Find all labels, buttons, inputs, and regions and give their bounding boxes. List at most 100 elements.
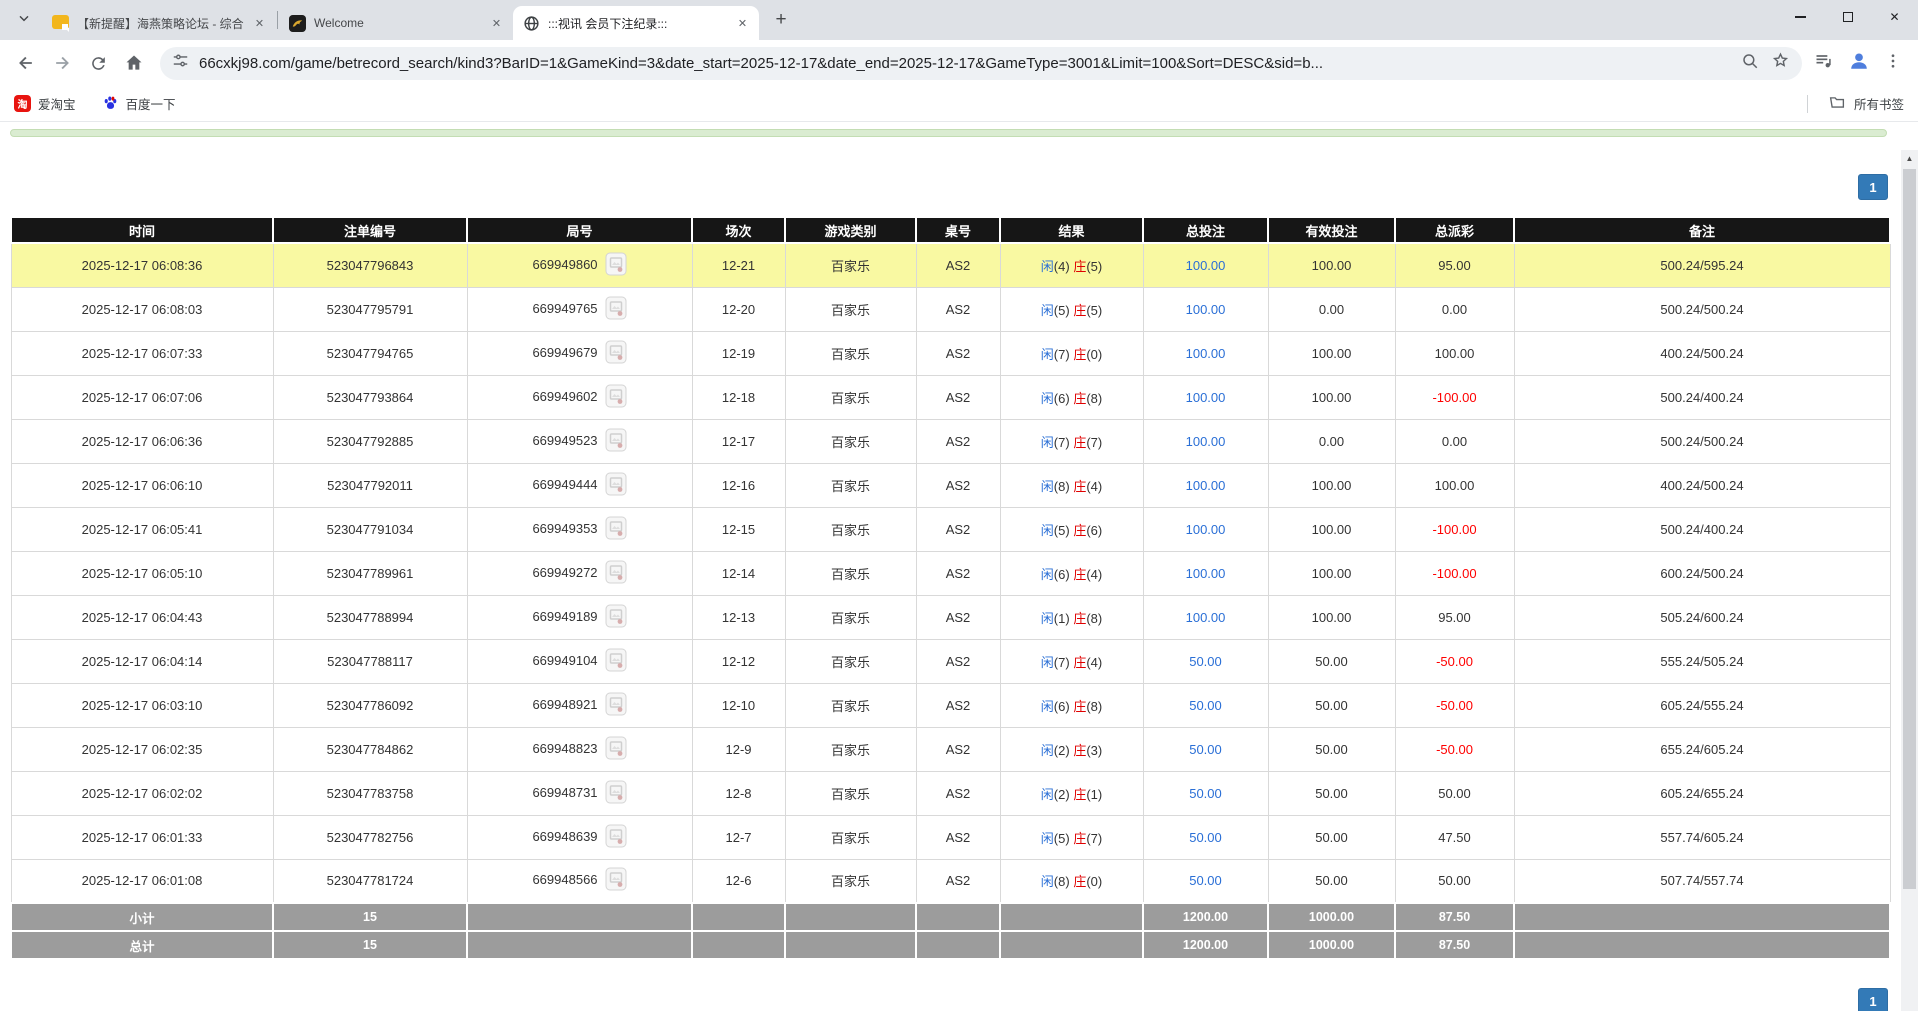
result-player-label: 闲 xyxy=(1041,435,1054,450)
replay-video-icon[interactable] xyxy=(605,780,627,807)
zoom-icon[interactable] xyxy=(1741,52,1759,75)
welcome-favicon-icon xyxy=(289,15,306,32)
result-player-value: (2) xyxy=(1054,743,1070,758)
result-banker-value: (4) xyxy=(1086,567,1102,582)
cell-result: 闲(6) 庄(8) xyxy=(1000,375,1143,419)
cell-bet-no: 523047792885 xyxy=(273,419,467,463)
pagination-page-1-top[interactable]: 1 xyxy=(1858,174,1888,200)
result-banker-value: (8) xyxy=(1086,611,1102,626)
replay-video-icon[interactable] xyxy=(605,604,627,631)
total-empty-cell xyxy=(467,931,692,959)
tab-search-button[interactable] xyxy=(10,6,38,34)
bookmark-label: 百度一下 xyxy=(126,94,176,113)
bookmark-label: 爱淘宝 xyxy=(38,94,76,113)
result-player-value: (6) xyxy=(1054,699,1070,714)
result-player-label: 闲 xyxy=(1041,259,1054,274)
cell-table-no: AS2 xyxy=(916,551,1000,595)
page-content: 1 时间 注单编号 局号 场次 游戏类别 桌号 结果 总投注 有效投注 总派彩 … xyxy=(0,122,1918,1011)
cell-session: 12-6 xyxy=(692,859,785,903)
browser-window: { "browser": { "tabs": [ { "title": "【新提… xyxy=(0,0,1918,1011)
cell-table-no: AS2 xyxy=(916,419,1000,463)
back-button[interactable] xyxy=(8,45,44,81)
replay-video-icon[interactable] xyxy=(605,867,627,894)
close-window-button[interactable]: ✕ xyxy=(1871,0,1918,34)
cell-round-no: 669948566 xyxy=(467,859,692,903)
scrollbar-thumb[interactable] xyxy=(1903,169,1916,889)
table-row: 2025-12-17 06:04:14 523047788117 6699491… xyxy=(11,639,1890,683)
media-controls-icon[interactable] xyxy=(1814,51,1834,76)
replay-video-icon[interactable] xyxy=(605,560,627,587)
browser-menu-icon[interactable] xyxy=(1884,52,1902,75)
result-player-value: (4) xyxy=(1054,259,1070,274)
site-settings-icon[interactable] xyxy=(172,52,189,74)
replay-video-icon[interactable] xyxy=(605,736,627,763)
replay-video-icon[interactable] xyxy=(605,516,627,543)
replay-video-icon[interactable] xyxy=(605,692,627,719)
result-player-label: 闲 xyxy=(1041,787,1054,802)
result-player-label: 闲 xyxy=(1041,831,1054,846)
reload-button[interactable] xyxy=(80,45,116,81)
cell-remark: 655.24/605.24 xyxy=(1514,727,1890,771)
result-banker-value: (7) xyxy=(1086,831,1102,846)
col-valid-bet: 有效投注 xyxy=(1268,217,1395,243)
cell-round-no: 669948921 xyxy=(467,683,692,727)
result-banker-value: (0) xyxy=(1086,347,1102,362)
pagination-page-1-bottom[interactable]: 1 xyxy=(1858,988,1888,1011)
result-player-label: 闲 xyxy=(1041,391,1054,406)
reload-icon xyxy=(89,54,108,73)
cell-table-no: AS2 xyxy=(916,507,1000,551)
result-banker-label: 庄 xyxy=(1073,611,1086,626)
table-row: 2025-12-17 06:01:33 523047782756 6699486… xyxy=(11,815,1890,859)
result-player-value: (5) xyxy=(1054,831,1070,846)
replay-video-icon[interactable] xyxy=(605,252,627,279)
maximize-button[interactable] xyxy=(1824,0,1871,34)
replay-video-icon[interactable] xyxy=(605,824,627,851)
replay-video-icon[interactable] xyxy=(605,472,627,499)
home-button[interactable] xyxy=(116,45,152,81)
cell-table-no: AS2 xyxy=(916,639,1000,683)
col-session: 场次 xyxy=(692,217,785,243)
replay-video-icon[interactable] xyxy=(605,384,627,411)
profile-avatar[interactable] xyxy=(1848,50,1870,77)
scroll-up-arrow-icon[interactable]: ▲ xyxy=(1901,150,1918,167)
tab-bet-records[interactable]: :::视讯 会员下注纪录::: ✕ xyxy=(513,6,759,40)
bookmark-baidu[interactable]: 百度一下 xyxy=(102,94,176,114)
close-tab-icon[interactable]: ✕ xyxy=(734,15,751,32)
replay-video-icon[interactable] xyxy=(605,296,627,323)
tab-forum[interactable]: 【新提醒】海燕策略论坛 - 综合 ✕ xyxy=(42,6,276,40)
cell-result: 闲(7) 庄(4) xyxy=(1000,639,1143,683)
replay-video-icon[interactable] xyxy=(605,648,627,675)
all-bookmarks-button[interactable]: 所有书签 xyxy=(1807,93,1904,114)
cell-round-no: 669949104 xyxy=(467,639,692,683)
result-player-label: 闲 xyxy=(1041,347,1054,362)
result-banker-label: 庄 xyxy=(1073,874,1086,889)
new-tab-button[interactable]: + xyxy=(767,6,795,34)
cell-time: 2025-12-17 06:02:35 xyxy=(11,727,273,771)
table-header-row: 时间 注单编号 局号 场次 游戏类别 桌号 结果 总投注 有效投注 总派彩 备注 xyxy=(11,217,1890,243)
result-player-label: 闲 xyxy=(1041,655,1054,670)
tab-title: Welcome xyxy=(314,16,482,30)
close-tab-icon[interactable]: ✕ xyxy=(488,15,505,32)
result-banker-label: 庄 xyxy=(1073,787,1086,802)
window-controls: ✕ xyxy=(1777,0,1918,34)
total-empty-cell xyxy=(692,931,785,959)
tab-title: :::视讯 会员下注纪录::: xyxy=(548,15,728,32)
col-remark: 备注 xyxy=(1514,217,1890,243)
tab-welcome[interactable]: Welcome ✕ xyxy=(279,6,513,40)
minimize-button[interactable] xyxy=(1777,0,1824,34)
bookmark-star-icon[interactable] xyxy=(1771,51,1790,75)
page-scrollbar[interactable]: ▲ xyxy=(1901,150,1918,1011)
replay-video-icon[interactable] xyxy=(605,428,627,455)
cell-remark: 507.74/557.74 xyxy=(1514,859,1890,903)
cell-session: 12-19 xyxy=(692,331,785,375)
replay-video-icon[interactable] xyxy=(605,340,627,367)
bookmark-taobao[interactable]: 淘 爱淘宝 xyxy=(14,94,76,113)
close-tab-icon[interactable]: ✕ xyxy=(251,15,268,32)
tab-divider xyxy=(277,11,278,29)
forward-button[interactable] xyxy=(44,45,80,81)
address-bar[interactable]: 66cxkj98.com/game/betrecord_search/kind3… xyxy=(160,47,1802,80)
cell-total-bet: 100.00 xyxy=(1143,331,1268,375)
cell-session: 12-10 xyxy=(692,683,785,727)
cell-round-no: 669948731 xyxy=(467,771,692,815)
url-input[interactable]: 66cxkj98.com/game/betrecord_search/kind3… xyxy=(199,55,1731,72)
